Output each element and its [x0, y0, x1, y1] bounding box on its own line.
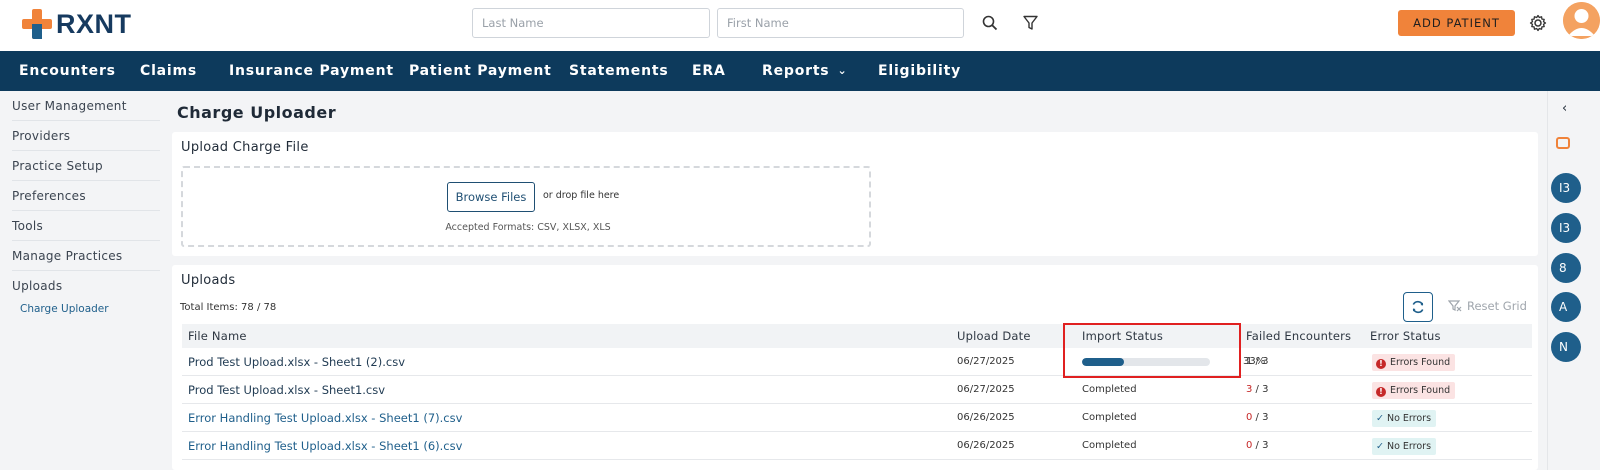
failed-total: / 3: [1252, 356, 1269, 367]
brand-logo[interactable]: RXNT: [20, 6, 132, 42]
failed-total: / 3: [1252, 412, 1269, 423]
failed-encounters-cell: 1 / 3: [1246, 348, 1268, 376]
nav-item-claims[interactable]: Claims: [140, 51, 197, 91]
sidebar-item-providers[interactable]: Providers: [12, 121, 160, 151]
sidebar-item-practice-setup[interactable]: Practice Setup: [12, 151, 160, 181]
refresh-icon: [1412, 300, 1424, 314]
error-status-label: No Errors: [1386, 413, 1432, 424]
import-status-cell: Completed: [1082, 440, 1137, 451]
first-name-input[interactable]: [717, 8, 964, 38]
rail-avatar[interactable]: A: [1551, 292, 1581, 322]
sidebar-item-tools[interactable]: Tools: [12, 211, 160, 241]
failed-encounters-cell: 0 / 3: [1246, 432, 1268, 460]
nav-item-era[interactable]: ERA: [692, 51, 726, 91]
chat-icon[interactable]: [1556, 137, 1570, 149]
browse-files-button[interactable]: Browse Files: [447, 182, 535, 212]
collapse-chevron-icon[interactable]: ‹: [1562, 101, 1567, 116]
error-status-label: No Errors: [1386, 441, 1432, 452]
sidebar-item-uploads[interactable]: Uploads: [12, 271, 160, 301]
gear-icon[interactable]: [1526, 11, 1550, 35]
grid-header: File Name Upload Date Import Status Fail…: [182, 324, 1532, 348]
failed-encounters-cell: 0 / 3: [1246, 404, 1268, 432]
chevron-down-icon: ⌄: [837, 64, 848, 77]
uploads-card-title: Uploads: [181, 273, 236, 288]
reset-grid-button[interactable]: Reset Grid: [1448, 299, 1527, 313]
check-icon: ✓: [1376, 413, 1384, 424]
rail-avatar[interactable]: 8: [1551, 253, 1581, 283]
nav-reports-label: Reports: [762, 63, 830, 79]
upload-date-cell: 06/27/2025: [957, 384, 1015, 395]
accepted-formats: Accepted Formats: CSV, XLSX, XLS: [445, 222, 611, 233]
file-name-cell[interactable]: Error Handling Test Upload.xlsx - Sheet1…: [188, 432, 462, 460]
drop-hint: or drop file here: [543, 190, 620, 201]
error-status-label: Errors Found: [1390, 385, 1451, 396]
sidebar-subitem-charge-uploader[interactable]: Charge Uploader: [20, 303, 109, 315]
filter-clear-icon: [1448, 300, 1462, 312]
rail-avatar[interactable]: I3: [1551, 213, 1581, 243]
nav-item-encounters[interactable]: Encounters: [19, 51, 116, 91]
total-items: Total Items: 78 / 78: [180, 302, 277, 313]
import-progress-bar: [1082, 358, 1210, 366]
rail-avatar[interactable]: I3: [1551, 173, 1581, 203]
error-status-badge: ✓ No Errors: [1372, 438, 1437, 455]
import-progress-fill: [1082, 358, 1125, 366]
table-row[interactable]: Error Handling Test Upload.xlsx - Sheet1…: [182, 432, 1532, 460]
page-title: Charge Uploader: [177, 103, 337, 122]
failed-encounters-cell: 3 / 3: [1246, 376, 1268, 404]
sidebar-item-user-management[interactable]: User Management: [12, 91, 160, 121]
file-name-cell[interactable]: Prod Test Upload.xlsx - Sheet1.csv: [188, 376, 385, 404]
error-icon: !: [1376, 387, 1386, 397]
reset-grid-label: Reset Grid: [1467, 299, 1527, 313]
main-nav: Encounters Claims Insurance Payment Pati…: [0, 51, 1600, 91]
error-status-badge: ✓ No Errors: [1372, 410, 1437, 427]
table-row[interactable]: Error Handling Test Upload.xlsx - Sheet1…: [182, 404, 1532, 432]
nav-item-insurance-payment[interactable]: Insurance Payment: [229, 51, 394, 91]
column-header-upload-date[interactable]: Upload Date: [957, 324, 1031, 348]
nav-item-reports[interactable]: Reports ⌄: [762, 51, 847, 91]
import-status-cell: Completed: [1082, 384, 1137, 395]
column-header-error-status[interactable]: Error Status: [1370, 324, 1441, 348]
brand-name: RXNT: [56, 8, 132, 39]
rail-avatar[interactable]: N: [1551, 332, 1581, 362]
nav-item-eligibility[interactable]: Eligibility: [878, 51, 961, 91]
last-name-input[interactable]: [472, 8, 710, 38]
table-row[interactable]: Prod Test Upload.xlsx - Sheet1 (2).csv 0…: [182, 348, 1532, 376]
user-avatar[interactable]: [1563, 2, 1600, 39]
column-header-file-name[interactable]: File Name: [188, 324, 247, 348]
import-status-cell: Completed: [1082, 412, 1137, 423]
upload-date-cell: 06/26/2025: [957, 412, 1015, 423]
nav-item-patient-payment[interactable]: Patient Payment: [409, 51, 552, 91]
right-rail: ‹ I3 I3 8 A N: [1547, 91, 1600, 470]
sidebar-item-manage-practices[interactable]: Manage Practices: [12, 241, 160, 271]
upload-card-title: Upload Charge File: [181, 140, 309, 155]
error-icon: !: [1376, 359, 1386, 369]
error-status-badge: ! Errors Found: [1372, 354, 1456, 371]
upload-date-cell: 06/26/2025: [957, 440, 1015, 451]
file-dropzone[interactable]: Browse Files or drop file here Accepted …: [181, 166, 871, 247]
table-row[interactable]: Prod Test Upload.xlsx - Sheet1.csv 06/27…: [182, 376, 1532, 404]
upload-charge-card: Upload Charge File Browse Files or drop …: [172, 132, 1538, 256]
column-header-import-status[interactable]: Import Status: [1082, 324, 1163, 348]
sidebar-item-preferences[interactable]: Preferences: [12, 181, 160, 211]
nav-item-statements[interactable]: Statements: [569, 51, 669, 91]
uploads-card: Uploads Total Items: 78 / 78 Reset Grid …: [172, 265, 1538, 470]
top-bar: RXNT ADD PATIENT: [0, 0, 1600, 51]
search-icon[interactable]: [978, 11, 1002, 35]
file-name-cell[interactable]: Prod Test Upload.xlsx - Sheet1 (2).csv: [188, 348, 405, 376]
filter-icon[interactable]: [1018, 11, 1042, 35]
sidebar: User Management Providers Practice Setup…: [0, 91, 162, 470]
failed-total: / 3: [1252, 440, 1269, 451]
add-patient-button[interactable]: ADD PATIENT: [1398, 10, 1515, 36]
error-status-label: Errors Found: [1390, 357, 1451, 368]
file-name-cell[interactable]: Error Handling Test Upload.xlsx - Sheet1…: [188, 404, 462, 432]
column-header-failed-encounters[interactable]: Failed Encounters: [1246, 324, 1351, 348]
failed-total: / 3: [1252, 384, 1269, 395]
error-status-badge: ! Errors Found: [1372, 382, 1456, 399]
logo-cross-icon: [20, 7, 54, 41]
upload-date-cell: 06/27/2025: [957, 356, 1015, 367]
check-icon: ✓: [1376, 441, 1384, 452]
refresh-button[interactable]: [1403, 292, 1433, 322]
